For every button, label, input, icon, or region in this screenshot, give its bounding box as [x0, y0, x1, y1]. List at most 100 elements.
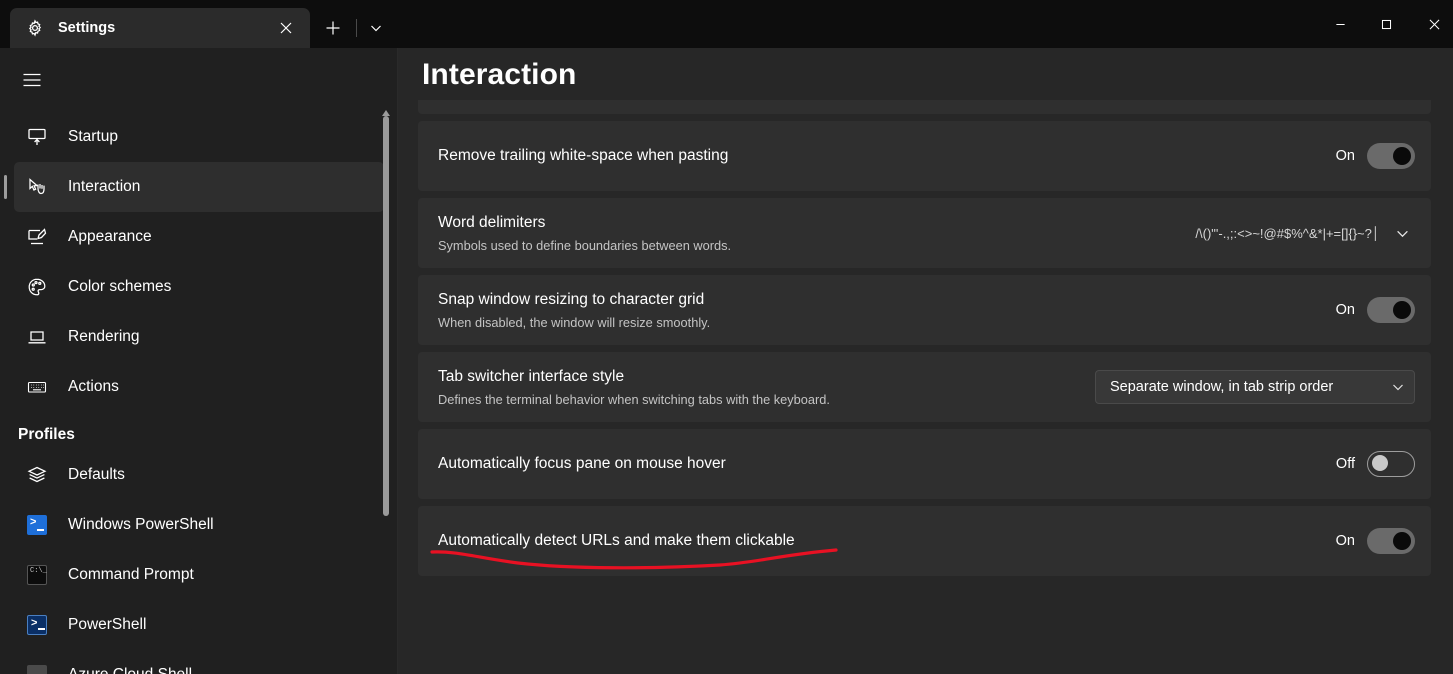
tab-close-button[interactable] — [270, 13, 302, 43]
sidebar-item-label: PowerShell — [68, 616, 147, 633]
dropdown-selected-value: Separate window, in tab strip order — [1110, 379, 1334, 395]
powershell-core-icon: > — [24, 615, 50, 635]
setting-control: Separate window, in tab strip order — [1095, 370, 1415, 404]
sidebar-item-label: Color schemes — [68, 278, 172, 295]
setting-text: Tab switcher interface style Defines the… — [438, 366, 1095, 409]
setting-row-snap-window-resizing[interactable]: Snap window resizing to character grid W… — [418, 275, 1431, 345]
setting-row-tab-switcher-style[interactable]: Tab switcher interface style Defines the… — [418, 352, 1431, 422]
setting-subtitle: Defines the terminal behavior when switc… — [438, 391, 830, 407]
tab-dropdown-button[interactable] — [356, 8, 396, 48]
setting-title: Automatically focus pane on mouse hover — [438, 455, 726, 472]
setting-row-detect-urls[interactable]: Automatically detect URLs and make them … — [418, 506, 1431, 576]
setting-control: /\()"'-.,;:<>~!@#$%^&*|+=[]{}~?│ — [1195, 226, 1415, 241]
palette-icon — [24, 277, 50, 297]
nav-list: Startup Interaction Appearance Color sch… — [0, 112, 398, 674]
new-tab-button[interactable] — [310, 8, 356, 48]
setting-row-auto-focus-pane[interactable]: Automatically focus pane on mouse hover … — [418, 429, 1431, 499]
setting-subtitle: When disabled, the window will resize sm… — [438, 314, 711, 330]
sidebar-item-label: Windows PowerShell — [68, 516, 214, 533]
sidebar-item-interaction[interactable]: Interaction — [4, 162, 384, 212]
toggle-switch[interactable] — [1367, 451, 1415, 477]
startup-icon — [24, 127, 50, 147]
setting-title: Automatically detect URLs and make them … — [438, 532, 795, 549]
sidebar-item-label: Azure Cloud Shell — [68, 666, 192, 674]
maximize-button[interactable] — [1363, 0, 1409, 48]
minimize-button[interactable] — [1317, 0, 1363, 48]
sidebar-item-windows-powershell[interactable]: > Windows PowerShell — [14, 500, 384, 550]
chevron-down-icon — [1393, 384, 1403, 391]
toggle-knob — [1372, 455, 1388, 471]
toggle-knob — [1393, 532, 1411, 550]
setting-control: On — [1336, 143, 1415, 169]
navigation-sidebar: Startup Interaction Appearance Color sch… — [0, 48, 398, 674]
settings-tab[interactable]: Settings — [10, 8, 310, 48]
sidebar-item-label: Interaction — [68, 178, 141, 195]
rendering-icon — [24, 327, 50, 347]
scrollbar-thumb[interactable] — [383, 116, 389, 516]
toggle-switch[interactable] — [1367, 528, 1415, 554]
settings-content: Interaction Remove trailing white-space … — [398, 48, 1453, 674]
sidebar-item-command-prompt[interactable]: C:\_ Command Prompt — [14, 550, 384, 600]
setting-row-word-delimiters[interactable]: Word delimiters Symbols used to define b… — [418, 198, 1431, 268]
setting-control: On — [1336, 528, 1415, 554]
layers-icon — [24, 465, 50, 485]
sidebar-item-actions[interactable]: Actions — [14, 362, 384, 412]
sidebar-item-azure-cloud-shell[interactable]: Azure Cloud Shell — [14, 650, 384, 674]
appearance-icon — [24, 227, 50, 247]
setting-subtitle: Symbols used to define boundaries betwee… — [438, 237, 732, 253]
sidebar-item-rendering[interactable]: Rendering — [14, 312, 384, 362]
word-delimiters-value: /\()"'-.,;:<>~!@#$%^&*|+=[]{}~?│ — [1195, 225, 1380, 241]
setting-text: Remove trailing white-space when pasting — [438, 145, 1336, 167]
keyboard-icon — [24, 377, 50, 397]
toggle-knob — [1393, 147, 1411, 165]
setting-control: On — [1336, 297, 1415, 323]
setting-control: Off — [1336, 451, 1415, 477]
sidebar-section-profiles: Profiles — [18, 426, 75, 443]
sidebar-item-label: Defaults — [68, 466, 125, 483]
cursor-hand-icon — [24, 177, 50, 197]
sidebar-item-startup[interactable]: Startup — [14, 112, 384, 162]
sidebar-item-label: Rendering — [68, 328, 140, 345]
sidebar-item-color-schemes[interactable]: Color schemes — [14, 262, 384, 312]
sidebar-item-label: Command Prompt — [68, 566, 194, 583]
title-bar: Settings — [0, 0, 1453, 48]
sidebar-item-defaults[interactable]: Defaults — [14, 450, 384, 500]
sidebar-item-label: Actions — [68, 378, 119, 395]
sidebar-scrollbar[interactable] — [380, 104, 392, 624]
command-prompt-icon: C:\_ — [24, 565, 50, 585]
window-controls — [1317, 0, 1453, 48]
setting-text: Snap window resizing to character grid W… — [438, 289, 1336, 332]
setting-row-remove-trailing-whitespace[interactable]: Remove trailing white-space when pasting… — [418, 121, 1431, 191]
sidebar-item-appearance[interactable]: Appearance — [14, 212, 384, 262]
chevron-down-icon[interactable] — [1390, 227, 1415, 240]
toggle-knob — [1393, 301, 1411, 319]
toggle-state-label: On — [1335, 302, 1355, 318]
setting-text: Automatically detect URLs and make them … — [438, 530, 1336, 552]
azure-cloud-shell-icon — [24, 665, 50, 674]
setting-title: Remove trailing white-space when pasting — [438, 147, 729, 164]
toggle-state-label: On — [1335, 533, 1355, 549]
setting-text: Automatically focus pane on mouse hover — [438, 453, 1336, 475]
tab-switcher-dropdown[interactable]: Separate window, in tab strip order — [1095, 370, 1415, 404]
toggle-switch[interactable] — [1367, 143, 1415, 169]
setting-text: Word delimiters Symbols used to define b… — [438, 212, 1195, 255]
gear-icon — [26, 19, 44, 37]
sidebar-item-powershell[interactable]: > PowerShell — [14, 600, 384, 650]
toggle-state-label: On — [1335, 148, 1355, 164]
settings-card-partial-above — [418, 100, 1431, 114]
settings-card-list: Remove trailing white-space when pasting… — [398, 100, 1453, 576]
setting-title: Tab switcher interface style — [438, 367, 625, 385]
setting-title: Snap window resizing to character grid — [438, 290, 705, 308]
scroll-up-arrow-icon[interactable] — [381, 104, 391, 116]
sidebar-item-label: Appearance — [68, 228, 152, 245]
window-close-button[interactable] — [1409, 0, 1453, 48]
toggle-switch[interactable] — [1367, 297, 1415, 323]
sidebar-item-label: Startup — [68, 128, 118, 145]
toggle-state-label: Off — [1335, 456, 1355, 472]
hamburger-icon[interactable] — [8, 58, 56, 102]
tab-title: Settings — [58, 20, 116, 36]
setting-title: Word delimiters — [438, 213, 546, 231]
settings-window: Settings Startup Interaction Appearance … — [0, 0, 1453, 674]
powershell-icon: > — [24, 515, 50, 535]
page-title: Interaction — [422, 58, 577, 91]
